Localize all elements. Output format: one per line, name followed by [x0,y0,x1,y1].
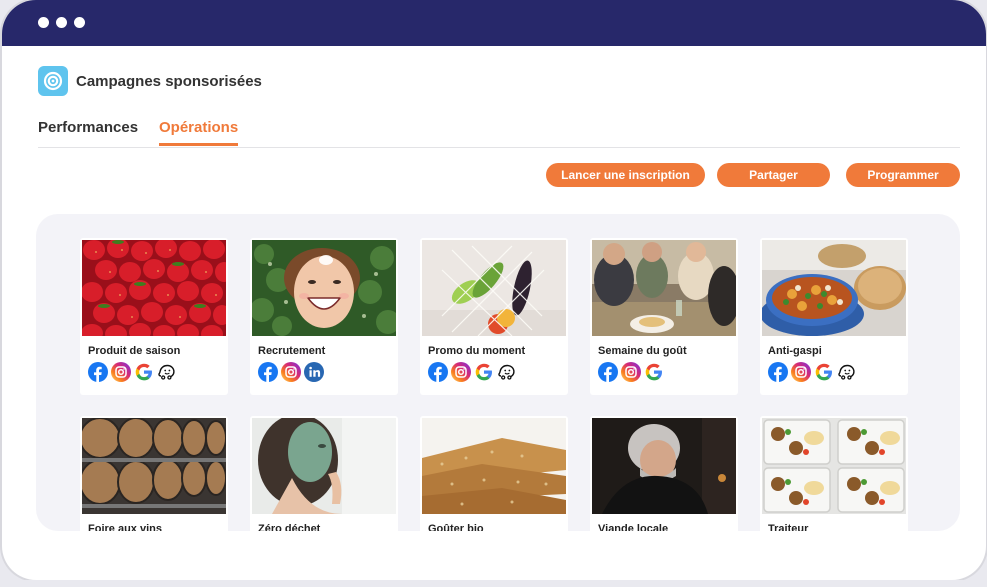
app-window: Campagnes sponsorisées Performances Opér… [2,0,986,580]
social-networks [88,362,177,382]
campaign-title: Viande locale [598,523,669,531]
window-shadow [0,580,987,587]
campaign-image-dinner-table [592,240,736,336]
social-networks [598,362,664,382]
window-dot-icon[interactable] [74,17,85,28]
instagram-icon [621,362,641,382]
campaign-title: Produit de saison [88,345,181,357]
google-icon [134,362,154,382]
campaign-card[interactable]: Anti-gaspi [760,238,908,395]
campaign-card[interactable]: Viande locale [590,416,738,531]
tab-performances[interactable]: Performances [38,119,138,143]
waze-icon [837,362,857,382]
campaign-card[interactable]: Traiteur [760,416,908,531]
schedule-button[interactable]: Programmer [846,163,960,187]
campaign-card[interactable]: Zéro déchet [250,416,398,531]
campaign-grid: Produit de saison Recrutement Promo du m… [36,214,960,531]
facebook-icon [768,362,788,382]
campaign-card[interactable]: Semaine du goût [590,238,738,395]
campaign-title: Semaine du goût [598,345,687,357]
campaign-title: Goûter bio [428,523,484,531]
window-dot-icon[interactable] [56,17,67,28]
campaign-image-butcher [592,418,736,514]
campaign-title: Traiteur [768,523,809,531]
launch-registration-button[interactable]: Lancer une inscription [546,163,705,187]
window-titlebar [2,0,986,46]
campaign-image-wine-barrels [82,418,226,514]
page-title: Campagnes sponsorisées [76,72,262,90]
google-icon [814,362,834,382]
campaign-card[interactable]: Foire aux vins [80,416,228,531]
window-dot-icon[interactable] [38,17,49,28]
app-header: Campagnes sponsorisées [38,66,262,96]
social-networks [768,362,857,382]
campaign-title: Promo du moment [428,345,526,357]
campaign-title: Zéro déchet [258,523,321,531]
social-networks [428,362,517,382]
campaign-card[interactable]: Recrutement [250,238,398,395]
campaign-image-stew-pot [762,240,906,336]
campaign-title: Recrutement [258,345,326,357]
tab-operations[interactable]: Opérations [159,119,239,146]
instagram-icon [791,362,811,382]
waze-icon [497,362,517,382]
campaign-image-catering-trays [762,418,906,514]
campaign-card[interactable]: Goûter bio [420,416,568,531]
campaign-title: Anti-gaspi [768,345,822,357]
campaign-image-strawberries [82,240,226,336]
google-icon [644,362,664,382]
linkedin-icon [304,362,324,382]
tab-bar: Performances Opérations [38,116,960,148]
campaign-image-crackers [422,418,566,514]
campaign-card[interactable]: Promo du moment [420,238,568,395]
share-button[interactable]: Partager [717,163,830,187]
facebook-icon [598,362,618,382]
waze-icon [157,362,177,382]
google-icon [474,362,494,382]
instagram-icon [111,362,131,382]
facebook-icon [258,362,278,382]
facebook-icon [88,362,108,382]
campaign-image-face-mask [252,418,396,514]
campaign-card[interactable]: Produit de saison [80,238,228,395]
target-icon [38,66,68,96]
campaign-image-smiling-woman [252,240,396,336]
campaign-title: Foire aux vins [88,523,162,531]
instagram-icon [281,362,301,382]
facebook-icon [428,362,448,382]
instagram-icon [451,362,471,382]
campaign-image-net-bag [422,240,566,336]
social-networks [258,362,324,382]
